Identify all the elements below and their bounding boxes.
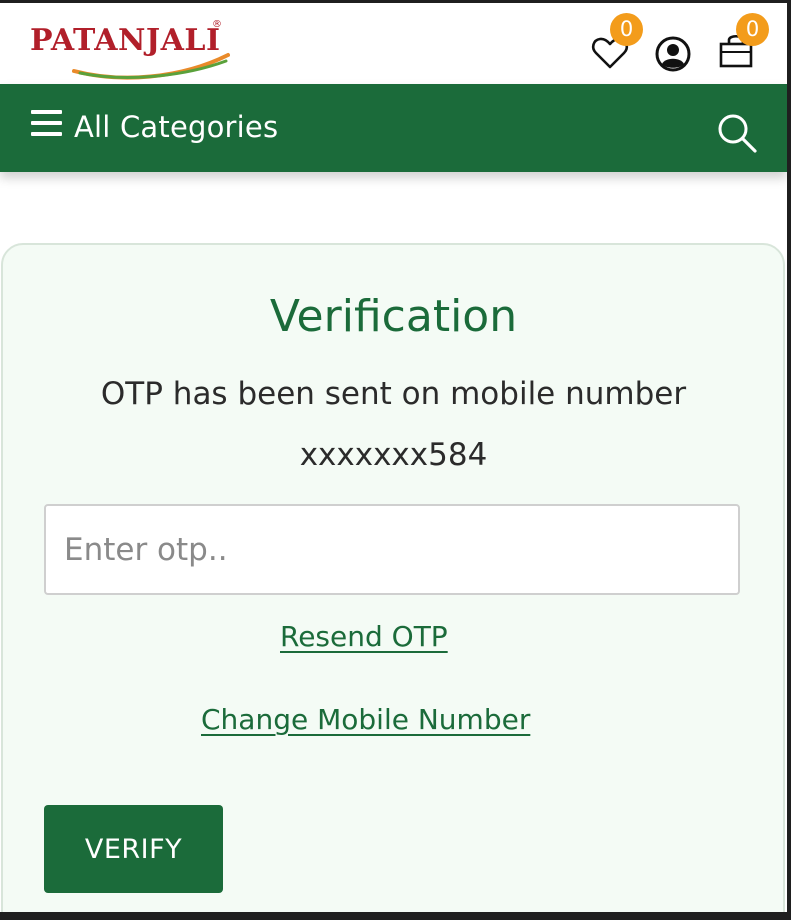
otp-input[interactable] [44, 504, 740, 595]
hamburger-menu-icon[interactable] [31, 110, 62, 138]
search-button[interactable] [716, 112, 758, 154]
wishlist-count-badge: 0 [610, 13, 643, 46]
category-nav-bar: All Categories [0, 84, 787, 172]
cart-count-badge: 0 [736, 13, 769, 46]
account-button[interactable] [654, 35, 692, 73]
otp-sent-message: OTP has been sent on mobile number [100, 376, 687, 412]
logo-registered-mark: ® [212, 19, 222, 30]
top-header: PATANJALI ® 0 0 [0, 3, 787, 84]
search-icon [718, 114, 757, 153]
change-mobile-number-link[interactable]: Change Mobile Number [201, 703, 530, 736]
user-account-icon [655, 36, 691, 72]
verification-title: Verification [269, 291, 518, 342]
all-categories-link[interactable]: All Categories [74, 110, 278, 144]
verify-button[interactable]: VERIFY [44, 805, 223, 893]
masked-mobile-number: xxxxxxx584 [299, 437, 488, 473]
logo-swoosh-icon [72, 53, 230, 80]
page: PATANJALI ® 0 0 All Categories Verificat… [0, 0, 791, 920]
resend-otp-link[interactable]: Resend OTP [280, 620, 448, 653]
patanjali-logo[interactable]: PATANJALI ® [30, 19, 235, 80]
